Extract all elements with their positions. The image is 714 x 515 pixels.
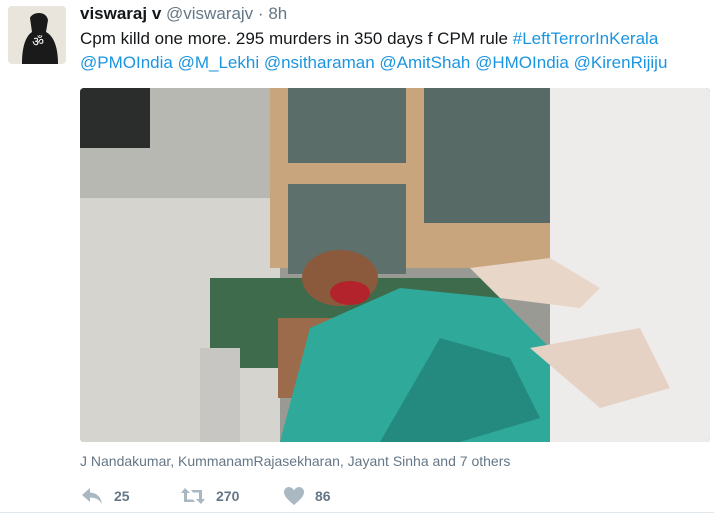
timestamp[interactable]: 8h	[268, 4, 287, 23]
hashtag-link[interactable]: #LeftTerrorInKerala	[513, 29, 659, 48]
separator-dot: ·	[257, 4, 264, 23]
reply-count: 25	[114, 488, 130, 504]
tweet-card: ॐ viswaraj v @viswarajv · 8h Cpm killd o…	[0, 0, 714, 515]
tweet-photo[interactable]	[80, 88, 710, 442]
tagged-people[interactable]: J Nandakumar, KummanamRajasekharan, Jaya…	[80, 453, 510, 469]
tweet-header: viswaraj v @viswarajv · 8h	[80, 3, 287, 25]
tweet-divider	[0, 512, 714, 513]
reply-button[interactable]: 25	[80, 484, 130, 508]
retweet-count: 270	[216, 488, 240, 504]
retweet-button[interactable]: 270	[180, 484, 239, 508]
display-name[interactable]: viswaraj v	[80, 4, 161, 23]
like-button[interactable]: 86	[283, 484, 331, 508]
mention-link[interactable]: @KirenRijiju	[574, 53, 668, 72]
mention-link[interactable]: @M_Lekhi	[178, 53, 260, 72]
user-handle[interactable]: @viswarajv	[166, 4, 253, 23]
mention-link[interactable]: @nsitharaman	[264, 53, 375, 72]
tweet-text: Cpm killd one more. 295 murders in 350 d…	[80, 27, 700, 75]
like-count: 86	[315, 488, 331, 504]
tweet-body-text: Cpm killd one more. 295 murders in 350 d…	[80, 29, 513, 48]
avatar[interactable]: ॐ	[8, 6, 66, 64]
reply-icon	[80, 486, 104, 506]
mention-link[interactable]: @AmitShah	[379, 53, 470, 72]
heart-icon	[283, 486, 305, 506]
mention-link[interactable]: @PMOIndia	[80, 53, 173, 72]
mention-link[interactable]: @HMOIndia	[475, 53, 569, 72]
svg-text:ॐ: ॐ	[32, 35, 44, 50]
retweet-icon	[180, 486, 206, 506]
